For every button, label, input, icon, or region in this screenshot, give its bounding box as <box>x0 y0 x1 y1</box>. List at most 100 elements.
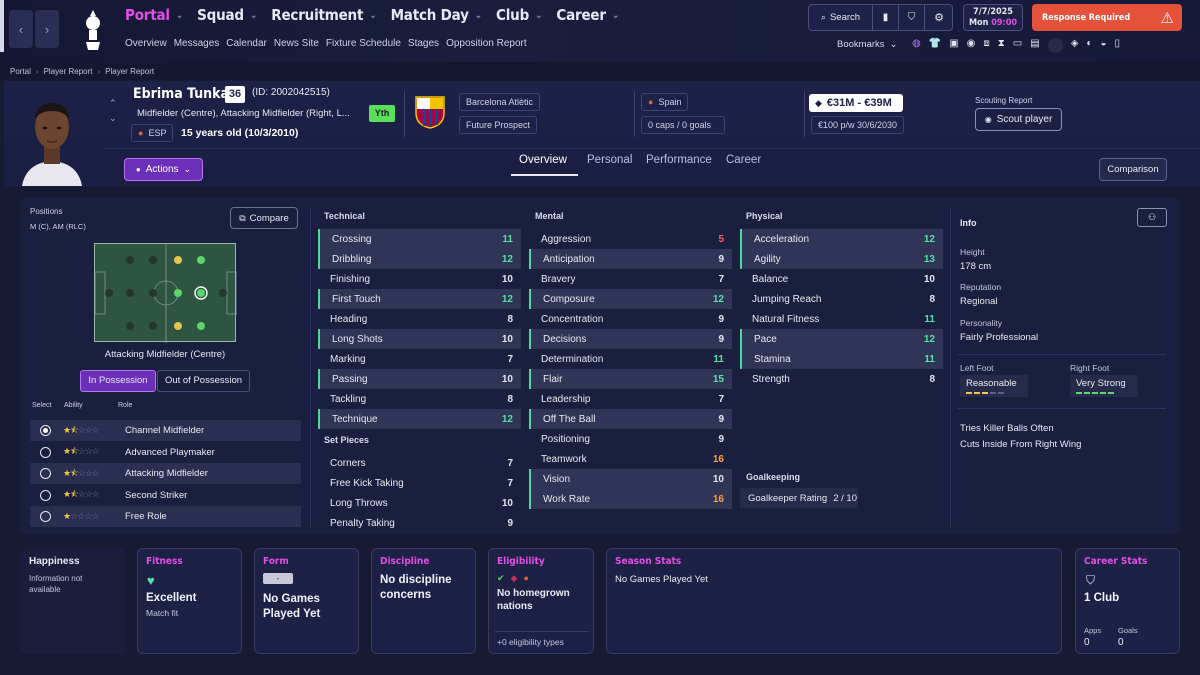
in-possession-button[interactable]: In Possession <box>80 370 156 392</box>
training-icon[interactable]: ⧈ <box>983 38 989 53</box>
attribute-row-penalty-taking[interactable]: Penalty Taking 9 <box>318 513 521 533</box>
response-required-button[interactable]: Response Required ⚠ <box>1032 4 1182 31</box>
bookmarks-dropdown[interactable]: Bookmarks ⌄ <box>837 39 897 50</box>
circle-icon[interactable] <box>1047 38 1063 53</box>
globe-icon[interactable]: ◉ <box>967 38 976 53</box>
club-name[interactable]: Barcelona Atlètic <box>459 93 541 111</box>
submenu-opposition-report[interactable]: Opposition Report <box>446 38 527 49</box>
attribute-row-leadership[interactable]: Leadership 7 <box>529 389 732 409</box>
attribute-row-crossing[interactable]: Crossing 11 <box>318 229 521 249</box>
attribute-row-bravery[interactable]: Bravery 7 <box>529 269 732 289</box>
attribute-row-long-throws[interactable]: Long Throws 10 <box>318 493 521 513</box>
attribute-row-free-kick-taking[interactable]: Free Kick Taking 7 <box>318 473 521 493</box>
whistle-icon[interactable]: ◐ <box>1086 38 1092 53</box>
attribute-row-work-rate[interactable]: Work Rate 16 <box>529 489 732 509</box>
submenu-news-site[interactable]: News Site <box>274 38 319 49</box>
document-icon[interactable]: ▯ <box>1114 38 1120 53</box>
happiness-card[interactable]: Happiness Information not available <box>20 548 125 654</box>
role-row[interactable]: ★☆☆☆☆ Free Role <box>30 506 301 527</box>
actions-button[interactable]: ● Actions ⌄ <box>124 158 203 181</box>
attribute-row-decisions[interactable]: Decisions 9 <box>529 329 732 349</box>
role-row[interactable]: ★⯪☆☆☆ Second Striker <box>30 485 301 506</box>
attribute-row-agility[interactable]: Agility 13 <box>740 249 943 269</box>
info-toggle-button[interactable]: ⚇ <box>1137 208 1167 227</box>
attribute-row-passing[interactable]: Passing 10 <box>318 369 521 389</box>
menu-match-day[interactable]: Match Day ⌄ <box>391 6 483 24</box>
attribute-row-pace[interactable]: Pace 12 <box>740 329 943 349</box>
settings-button[interactable]: ⚙ <box>925 5 953 30</box>
attribute-row-off-the-ball[interactable]: Off The Ball 9 <box>529 409 732 429</box>
attribute-row-determination[interactable]: Determination 11 <box>529 349 732 369</box>
shirt-icon[interactable]: 👕 <box>929 38 941 53</box>
submenu-messages[interactable]: Messages <box>174 38 220 49</box>
tab-performance[interactable]: Performance <box>646 154 712 166</box>
attribute-row-heading[interactable]: Heading 8 <box>318 309 521 329</box>
back-button[interactable]: ‹ <box>9 10 33 48</box>
tab-personal[interactable]: Personal <box>587 154 632 166</box>
ball-icon[interactable]: ◒ <box>1100 38 1106 53</box>
attribute-row-jumping-reach[interactable]: Jumping Reach 8 <box>740 289 943 309</box>
menu-squad[interactable]: Squad ⌄ <box>197 6 257 24</box>
attribute-row-finishing[interactable]: Finishing 10 <box>318 269 521 289</box>
chat-icon[interactable]: ◍ <box>912 38 921 53</box>
menu-club[interactable]: Club ⌄ <box>496 6 543 24</box>
radio-button[interactable] <box>40 446 51 458</box>
submenu-stages[interactable]: Stages <box>408 38 439 49</box>
compare-button[interactable]: ⧉ Compare <box>230 207 298 229</box>
attribute-row-balance[interactable]: Balance 10 <box>740 269 943 289</box>
club-crest-icon[interactable] <box>80 6 106 52</box>
radio-button[interactable] <box>40 511 51 522</box>
forward-button[interactable]: › <box>35 10 59 48</box>
club-logo-icon[interactable] <box>414 95 446 129</box>
attribute-row-dribbling[interactable]: Dribbling 12 <box>318 249 521 269</box>
nation-tag[interactable]: ● Spain <box>641 93 689 111</box>
attribute-row-first-touch[interactable]: First Touch 12 <box>318 289 521 309</box>
tab-overview[interactable]: Overview <box>519 154 567 166</box>
prev-player-arrow[interactable]: ⌃ <box>109 98 117 109</box>
role-row[interactable]: ★⯪☆☆☆ Attacking Midfielder <box>30 463 301 484</box>
card-icon[interactable]: ▭ <box>1013 38 1022 53</box>
career-stats-card[interactable]: Career Stats ⛉ 1 Club Apps 0 Goals 0 <box>1075 548 1180 654</box>
search-button[interactable]: ⌕ Search <box>809 5 873 30</box>
breadcrumb-portal[interactable]: Portal <box>10 67 31 76</box>
attribute-row-long-shots[interactable]: Long Shots 10 <box>318 329 521 349</box>
submenu-overview[interactable]: Overview <box>125 38 167 49</box>
breadcrumb-player-report[interactable]: Player Report <box>44 67 93 76</box>
submenu-fixture-schedule[interactable]: Fixture Schedule <box>326 38 401 49</box>
form-card[interactable]: Form - No Games Played Yet <box>254 548 359 654</box>
attribute-row-acceleration[interactable]: Acceleration 12 <box>740 229 943 249</box>
eligibility-card[interactable]: Eligibility ✔ ◆ ● No homegrown nations +… <box>488 548 594 654</box>
radio-button[interactable] <box>40 425 51 436</box>
next-player-arrow[interactable]: ⌄ <box>109 113 117 124</box>
value-badge[interactable]: ◆ €31M - €39M <box>809 94 903 112</box>
attribute-row-anticipation[interactable]: Anticipation 9 <box>529 249 732 269</box>
attribute-row-technique[interactable]: Technique 12 <box>318 409 521 429</box>
menu-recruitment[interactable]: Recruitment ⌄ <box>271 6 377 24</box>
bookmark-button[interactable]: ▮ <box>873 5 899 30</box>
radio-button[interactable] <box>40 468 51 479</box>
attribute-row-vision[interactable]: Vision 10 <box>529 469 732 489</box>
hourglass-icon[interactable]: ⧗ <box>998 38 1005 53</box>
submenu-calendar[interactable]: Calendar <box>226 38 267 49</box>
clipboard-icon[interactable]: ▣ <box>949 38 958 53</box>
attribute-row-aggression[interactable]: Aggression 5 <box>529 229 732 249</box>
attribute-row-flair[interactable]: Flair 15 <box>529 369 732 389</box>
crest-icon[interactable]: ◈ <box>1071 38 1079 53</box>
tab-career[interactable]: Career <box>726 154 761 166</box>
menu-career[interactable]: Career ⌄ <box>556 6 619 24</box>
attribute-row-stamina[interactable]: Stamina 11 <box>740 349 943 369</box>
menu-portal[interactable]: Portal ⌄ <box>125 6 183 24</box>
scout-player-button[interactable]: ◉ Scout player <box>975 108 1062 131</box>
attribute-row-strength[interactable]: Strength 8 <box>740 369 943 389</box>
attribute-row-composure[interactable]: Composure 12 <box>529 289 732 309</box>
role-row[interactable]: ★⯪☆☆☆ Advanced Playmaker <box>30 442 301 463</box>
radio-button[interactable] <box>40 489 51 501</box>
attribute-row-natural-fitness[interactable]: Natural Fitness 11 <box>740 309 943 329</box>
badge-button[interactable]: ⛉ <box>899 5 925 30</box>
fitness-card[interactable]: Fitness ♥ Excellent Match fit <box>137 548 242 654</box>
season-stats-card[interactable]: Season Stats No Games Played Yet <box>606 548 1062 654</box>
chart-icon[interactable]: ▤ <box>1030 38 1039 53</box>
attribute-row-concentration[interactable]: Concentration 9 <box>529 309 732 329</box>
attribute-row-tackling[interactable]: Tackling 8 <box>318 389 521 409</box>
attribute-row-teamwork[interactable]: Teamwork 16 <box>529 449 732 469</box>
